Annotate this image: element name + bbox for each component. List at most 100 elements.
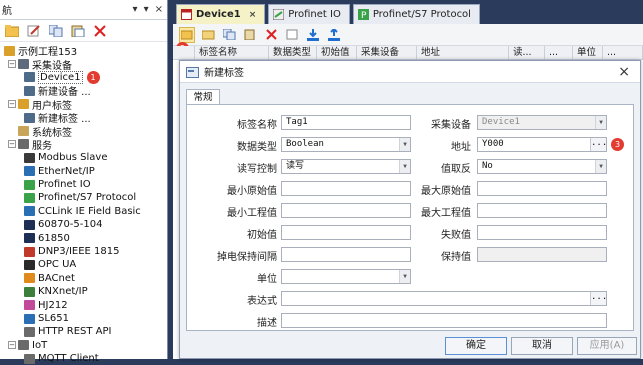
column-header[interactable]: ... bbox=[545, 46, 573, 59]
tree-item[interactable]: Profinet/S7 Protocol bbox=[0, 191, 167, 204]
paste-button[interactable] bbox=[242, 27, 258, 43]
column-header[interactable]: 读... bbox=[509, 46, 545, 59]
min-raw-input[interactable] bbox=[281, 181, 411, 196]
tree-item[interactable]: OPC UA bbox=[0, 258, 167, 271]
tree-item[interactable]: − IoT bbox=[0, 339, 167, 352]
user-tag-icon bbox=[18, 99, 29, 110]
tree-item[interactable]: CCLink IE Field Basic bbox=[0, 205, 167, 218]
expression-input[interactable]: ... bbox=[281, 291, 607, 306]
tree-item[interactable]: SL651 bbox=[0, 312, 167, 325]
column-header[interactable]: ... bbox=[603, 46, 643, 59]
bacnet-icon bbox=[24, 273, 35, 284]
address-value: Y000 bbox=[482, 139, 504, 149]
hj212-icon bbox=[24, 300, 35, 311]
edit-button[interactable] bbox=[284, 27, 300, 43]
chevron-down-icon[interactable]: ▼ bbox=[399, 270, 410, 283]
tree-toggle-icon[interactable]: − bbox=[8, 341, 16, 350]
tab-general[interactable]: 常规 bbox=[186, 89, 220, 105]
column-header[interactable]: 采集设备 bbox=[357, 46, 417, 59]
dialog-title: 新建标签 bbox=[204, 68, 244, 79]
tree-item[interactable]: EtherNet/IP bbox=[0, 165, 167, 178]
iec104-icon bbox=[24, 219, 35, 230]
address-input[interactable]: Y000... bbox=[477, 137, 607, 152]
dropdown-icon[interactable]: ▾ bbox=[133, 4, 138, 15]
chevron-down-icon[interactable]: ▼ bbox=[595, 116, 606, 129]
data-type-label: 数据类型 bbox=[237, 142, 277, 153]
new-folder-button[interactable] bbox=[4, 23, 20, 39]
column-header[interactable]: 单位 bbox=[573, 46, 603, 59]
tree-toggle-icon[interactable]: − bbox=[8, 140, 16, 149]
max-raw-input[interactable] bbox=[477, 181, 607, 196]
chevron-down-icon[interactable]: ▼ bbox=[399, 138, 410, 151]
folder-button[interactable] bbox=[200, 27, 216, 43]
ok-button[interactable]: 确定 bbox=[445, 337, 507, 355]
rw-control-select[interactable]: 读写 ▼ bbox=[281, 159, 411, 174]
retain-interval-input[interactable] bbox=[281, 247, 411, 262]
apply-button[interactable]: 应用(A) bbox=[577, 337, 637, 355]
paste-button[interactable] bbox=[70, 23, 86, 39]
max-eng-input[interactable] bbox=[477, 203, 607, 218]
tree-item[interactable]: 61850 bbox=[0, 231, 167, 244]
import-button[interactable] bbox=[305, 27, 321, 43]
column-header[interactable]: 初始值 bbox=[317, 46, 357, 59]
negate-select[interactable]: No ▼ bbox=[477, 159, 607, 174]
paste-icon bbox=[71, 25, 85, 37]
column-header[interactable]: 数据类型 bbox=[269, 46, 317, 59]
column-header[interactable]: 标签名称 bbox=[195, 46, 269, 59]
new-tag-button[interactable] bbox=[179, 26, 195, 43]
description-input[interactable] bbox=[281, 313, 607, 328]
tree-item[interactable]: Modbus Slave bbox=[0, 151, 167, 164]
copy-button[interactable] bbox=[48, 23, 64, 39]
tree-item[interactable]: BACnet bbox=[0, 272, 167, 285]
tree-item[interactable]: 系统标签 bbox=[0, 124, 167, 139]
tree-item[interactable]: MQTT Client bbox=[0, 352, 167, 365]
tree-item-label: BACnet bbox=[38, 272, 75, 284]
chevron-down-icon[interactable]: ▼ bbox=[399, 160, 410, 173]
tree-toggle-icon[interactable]: − bbox=[8, 60, 16, 69]
tree-item[interactable]: HJ212 bbox=[0, 298, 167, 311]
min-eng-input[interactable] bbox=[281, 203, 411, 218]
tree-item[interactable]: Profinet IO bbox=[0, 178, 167, 191]
tab-s7-protocol[interactable]: P Profinet/S7 Protocol bbox=[352, 4, 480, 24]
tab-close-icon[interactable]: × bbox=[249, 10, 257, 20]
address-browse-button[interactable]: ... bbox=[590, 138, 607, 151]
tab-device1[interactable]: Device1 × bbox=[176, 4, 266, 24]
tree-item[interactable]: − 采集设备 bbox=[0, 57, 167, 72]
tree-toggle-icon[interactable]: − bbox=[8, 100, 16, 109]
s7-tab-icon: P bbox=[357, 9, 369, 20]
dialog-close-icon[interactable]: × bbox=[618, 64, 630, 80]
pin-icon[interactable]: ▾ bbox=[144, 4, 149, 15]
delete-button[interactable] bbox=[92, 23, 108, 39]
tree-item[interactable]: 新建标签 ... bbox=[0, 111, 167, 125]
tag-icon bbox=[186, 66, 199, 78]
tree-item[interactable]: DNP3/IEEE 1815 bbox=[0, 245, 167, 258]
tree-item[interactable]: − 服务 bbox=[0, 138, 167, 152]
paste-icon bbox=[244, 29, 254, 40]
tree-item[interactable]: HTTP REST API bbox=[0, 325, 167, 338]
column-header[interactable]: 地址 bbox=[417, 46, 509, 59]
device-select[interactable]: Device1 ▼ bbox=[477, 115, 607, 130]
close-panel-icon[interactable]: × bbox=[155, 4, 163, 15]
tree-item[interactable]: 60870-5-104 bbox=[0, 218, 167, 231]
expression-browse-button[interactable]: ... bbox=[590, 292, 607, 305]
tree-item[interactable]: 示例工程153 bbox=[0, 44, 167, 58]
fail-value-input[interactable] bbox=[477, 225, 607, 240]
data-type-select[interactable]: Boolean ▼ bbox=[281, 137, 411, 152]
copy-button[interactable] bbox=[221, 27, 237, 43]
tab-profinet-io[interactable]: Profinet IO bbox=[268, 4, 350, 24]
tree-item[interactable]: − 用户标签 bbox=[0, 98, 167, 112]
new-tag-dialog: 新建标签 × 常规 标签名称 数据类型 读写控制 最小原始值 最小工程值 初始值… bbox=[179, 60, 641, 359]
edit-button[interactable] bbox=[26, 23, 42, 39]
initial-value-input[interactable] bbox=[281, 225, 411, 240]
tree-item[interactable]: Device1 1 bbox=[0, 70, 167, 84]
hold-value-input[interactable] bbox=[477, 247, 607, 262]
unit-select[interactable]: ▼ bbox=[281, 269, 411, 284]
tree-item[interactable]: KNXnet/IP bbox=[0, 285, 167, 298]
row-number-header bbox=[173, 46, 195, 59]
export-button[interactable] bbox=[326, 27, 342, 43]
delete-button[interactable] bbox=[263, 27, 279, 43]
cancel-button[interactable]: 取消 bbox=[511, 337, 573, 355]
tag-name-input[interactable]: Tag1 bbox=[281, 115, 411, 130]
chevron-down-icon[interactable]: ▼ bbox=[595, 160, 606, 173]
tree-item[interactable]: 新建设备 ... bbox=[0, 84, 167, 98]
